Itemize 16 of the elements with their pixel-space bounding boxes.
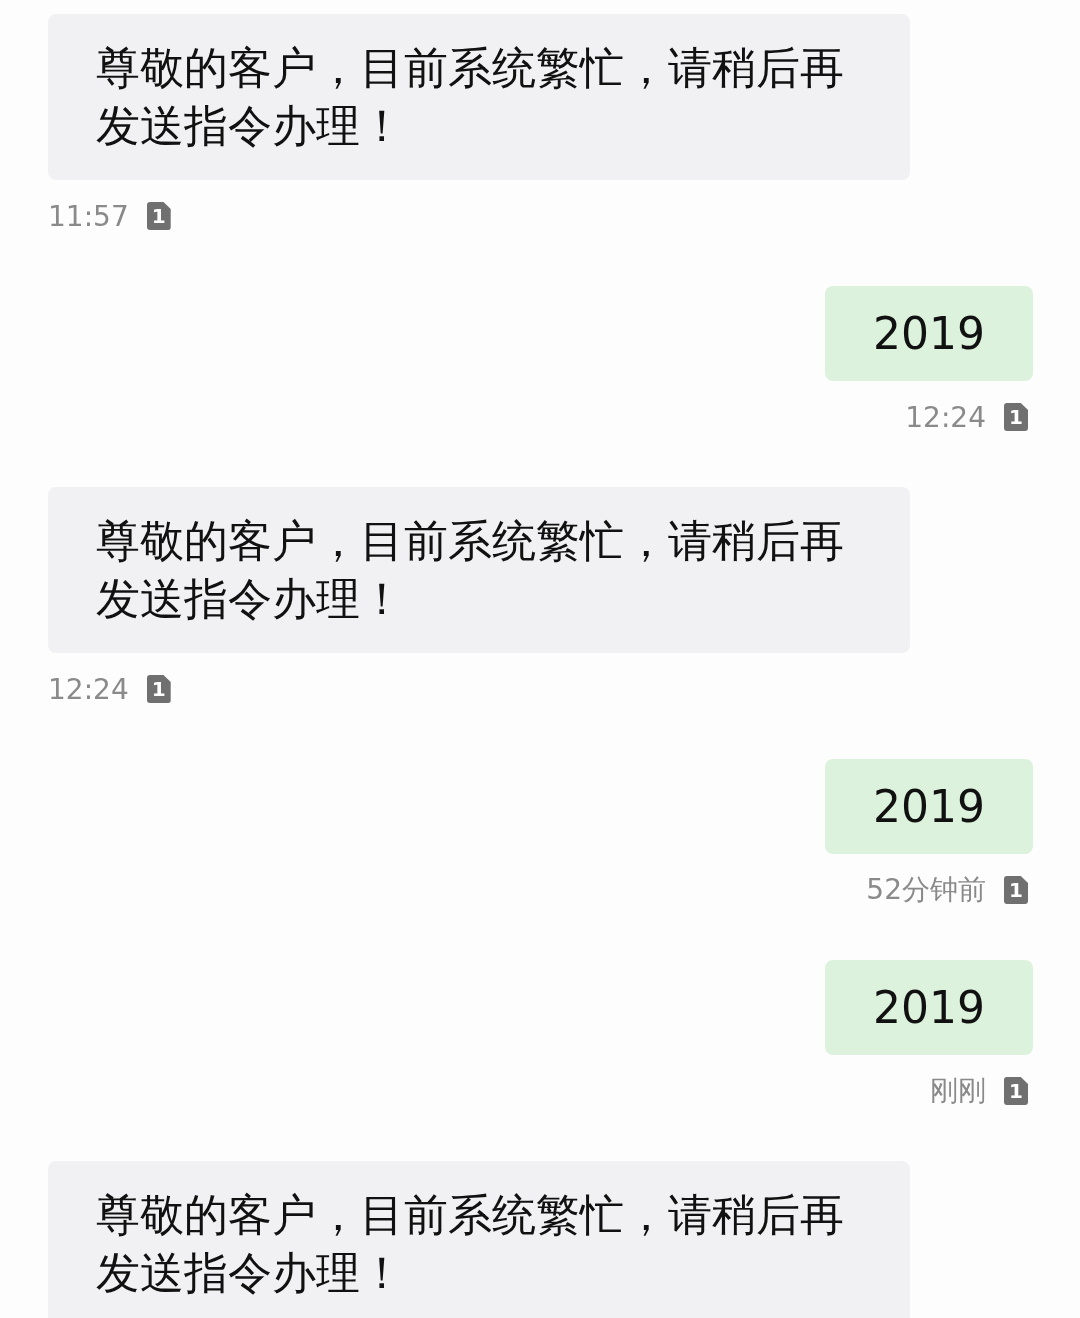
message-bubble: 尊敬的客户，目前系统繁忙，请稍后再发送指令办理！ xyxy=(48,487,910,653)
message-time: 12:24 xyxy=(905,400,986,434)
message-time: 刚刚 xyxy=(930,1073,986,1109)
sim-card-icon: 1 xyxy=(1004,1077,1028,1105)
sim-card-icon: 1 xyxy=(1004,403,1028,431)
message-bubble: 2019 xyxy=(825,286,1033,381)
message-time: 11:57 xyxy=(48,199,129,233)
message-time: 52分钟前 xyxy=(866,872,986,908)
message-bubble: 尊敬的客户，目前系统繁忙，请稍后再发送指令办理！ xyxy=(48,14,910,180)
sim-card-icon: 1 xyxy=(146,675,171,703)
message-time: 12:24 xyxy=(48,672,129,706)
sim-card-icon: 1 xyxy=(146,202,171,230)
sim-card-icon: 1 xyxy=(1004,876,1028,904)
message-bubble: 2019 xyxy=(825,759,1033,854)
message-bubble: 2019 xyxy=(825,960,1033,1055)
message-bubble: 尊敬的客户，目前系统繁忙，请稍后再发送指令办理！ xyxy=(48,1161,910,1318)
